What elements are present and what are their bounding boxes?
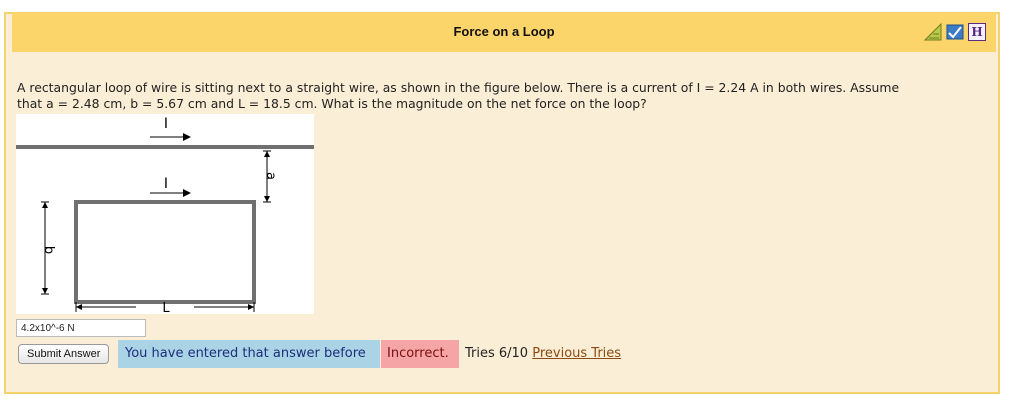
discussion-icon[interactable] <box>924 23 942 41</box>
dimension-b-label: b <box>41 246 56 254</box>
duplicate-answer-message: You have entered that answer before <box>118 340 380 368</box>
incorrect-status: Incorrect. <box>381 340 459 368</box>
submit-answer-button[interactable]: Submit Answer <box>18 344 110 364</box>
tries-area: Tries 6/10 Previous Tries <box>465 346 621 361</box>
help-icon[interactable]: H <box>968 23 986 41</box>
answer-input[interactable] <box>16 319 146 337</box>
wire-loop <box>74 200 256 304</box>
header-icons: H <box>924 23 986 41</box>
problem-header: Force on a Loop H <box>12 12 996 52</box>
loop-figure: I I a b L <box>16 114 314 314</box>
problem-title: Force on a Loop <box>453 24 555 39</box>
current-label-loop: I <box>164 176 168 192</box>
dimension-a-label: a <box>263 172 278 180</box>
previous-tries-link[interactable]: Previous Tries <box>532 346 621 361</box>
question-line-2: that a = 2.48 cm, b = 5.67 cm and L = 18… <box>17 96 647 111</box>
question-line-1: A rectangular loop of wire is sitting ne… <box>17 80 900 95</box>
dimension-l-label: L <box>162 301 170 314</box>
current-label-top: I <box>164 116 168 132</box>
question-text: A rectangular loop of wire is sitting ne… <box>17 80 992 112</box>
tries-count: Tries 6/10 <box>465 346 529 361</box>
feedback-icon[interactable] <box>946 23 964 41</box>
